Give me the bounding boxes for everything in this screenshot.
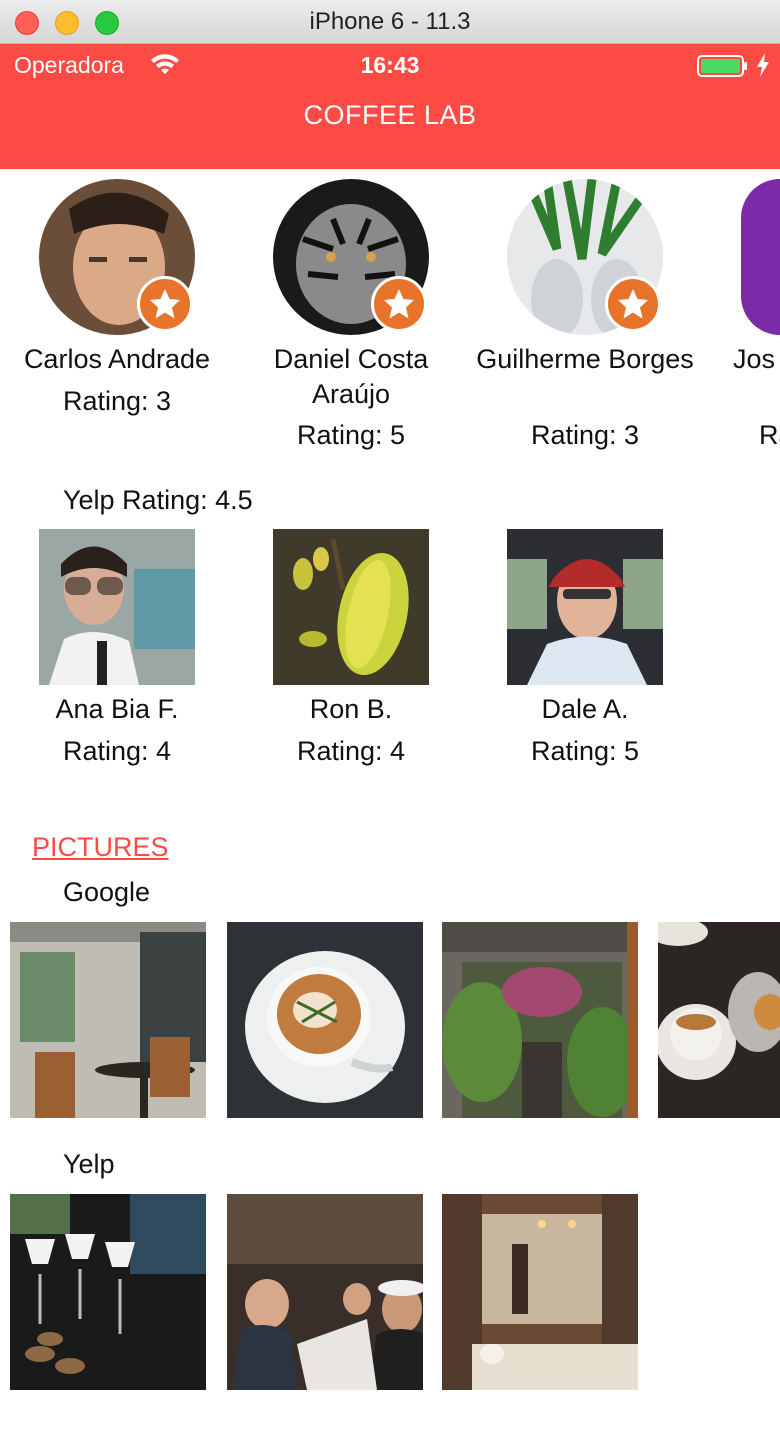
photo-thumbnail[interactable] — [442, 1194, 638, 1390]
yelp-pictures-label: Yelp — [63, 1149, 115, 1179]
star-badge-icon — [605, 276, 661, 332]
reviewer-name: Dale A. — [541, 694, 629, 724]
photo-thumbnail[interactable] — [658, 922, 780, 1118]
reviewer-name: Carlos Andrade — [23, 344, 211, 374]
reviewer-rating: Ra — [759, 420, 780, 450]
reviewer-name: Jos — [733, 344, 776, 374]
photo-thumbnail[interactable] — [227, 922, 423, 1118]
reviewer-name: Guilherme Borges — [476, 344, 694, 374]
reviewer-rating: Rating: 3 — [530, 420, 640, 450]
star-badge-icon — [371, 276, 427, 332]
photo-thumbnail[interactable] — [10, 1194, 206, 1390]
charging-bolt-icon — [757, 53, 769, 77]
reviewer-name: Ana Bia F. — [55, 694, 179, 724]
reviewer-name: Ron B. — [309, 694, 393, 724]
reviewer-rating: Rating: 4 — [296, 736, 406, 766]
reviewer-rating: Rating: 5 — [296, 420, 406, 450]
photo-thumbnail[interactable] — [442, 922, 638, 1118]
reviewer-avatar[interactable] — [39, 529, 195, 685]
photo-thumbnail[interactable] — [227, 1194, 423, 1390]
app-header: Operadora 16:43 COFFEE LAB — [0, 44, 780, 169]
simulator-title-bar: iPhone 6 - 11.3 — [0, 0, 780, 44]
yelp-rating-label: Yelp Rating: 4.5 — [63, 485, 253, 515]
reviewer-name: Daniel Costa Araújo — [273, 344, 429, 409]
reviewer-rating: Rating: 5 — [530, 736, 640, 766]
photo-thumbnail[interactable] — [10, 922, 206, 1118]
nav-title: COFFEE LAB — [303, 100, 477, 130]
reviewer-avatar[interactable] — [507, 529, 663, 685]
reviewer-avatar[interactable] — [273, 529, 429, 685]
star-badge-icon — [137, 276, 193, 332]
reviewer-avatar[interactable] — [741, 179, 780, 335]
battery-icon — [697, 55, 747, 77]
reviewer-rating: Rating: 3 — [62, 386, 172, 416]
reviewer-rating: Rating: 4 — [62, 736, 172, 766]
google-pictures-label: Google — [63, 877, 151, 907]
pictures-link[interactable]: PICTURES — [32, 832, 169, 863]
status-time: 16:43 — [360, 52, 420, 78]
window-title: iPhone 6 - 11.3 — [309, 8, 471, 35]
